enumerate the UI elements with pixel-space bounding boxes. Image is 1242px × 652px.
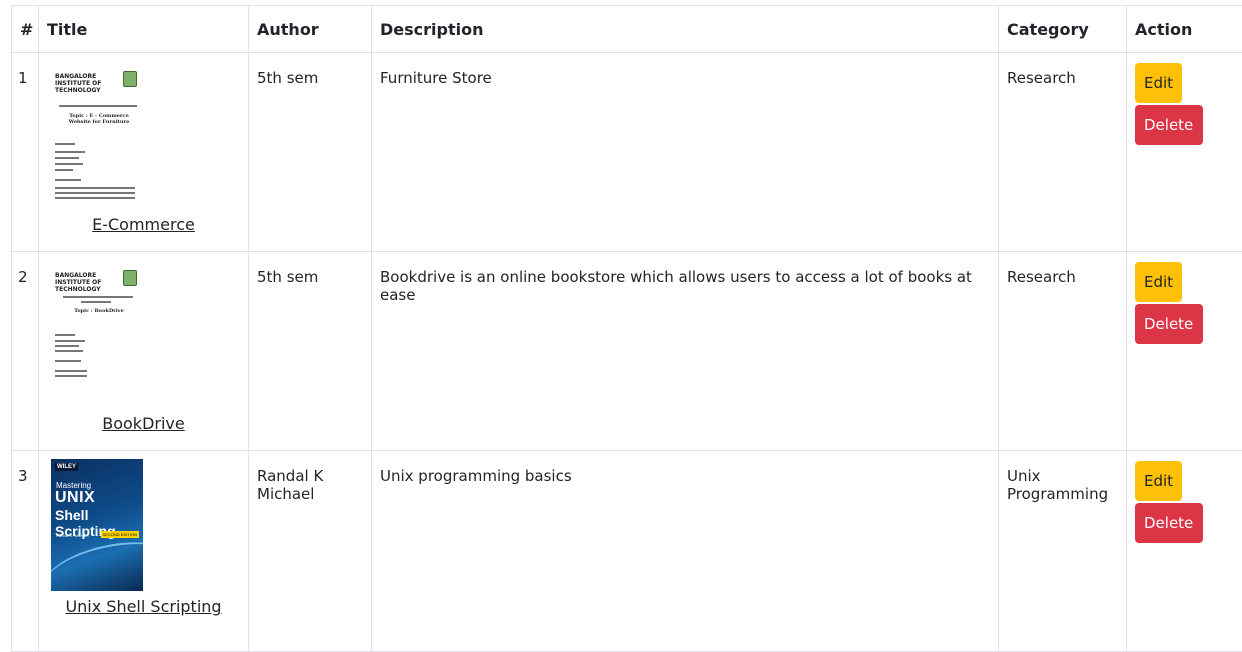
author-cell: 5th sem xyxy=(249,252,372,451)
title-cell: WILEY Mastering UNIX Shell Scripting Ran… xyxy=(39,451,249,652)
title-cell: BANGALORE INSTITUTE OF TECHNOLOGY Topic … xyxy=(39,53,249,252)
row-number: 1 xyxy=(12,53,39,252)
table-header-row: # Title Author Description Category Acti… xyxy=(12,6,1242,53)
action-cell: Edit Delete xyxy=(1127,252,1242,451)
cover-edition: SECOND EDITION xyxy=(101,531,139,538)
project-title-link[interactable]: Unix Shell Scripting xyxy=(47,597,240,616)
delete-button[interactable]: Delete xyxy=(1135,503,1203,543)
category-cell: Research xyxy=(999,252,1127,451)
delete-button[interactable]: Delete xyxy=(1135,304,1203,344)
table-row: 2 BANGALORE INSTITUTE OF TECHNOLOGY Topi… xyxy=(12,252,1242,451)
table-row: 3 WILEY Mastering UNIX Shell Scripting R… xyxy=(12,451,1242,652)
title-cell: BANGALORE INSTITUTE OF TECHNOLOGY Topic … xyxy=(39,252,249,451)
action-cell: Edit Delete xyxy=(1127,53,1242,252)
row-number: 3 xyxy=(12,451,39,652)
project-cover-image: BANGALORE INSTITUTE OF TECHNOLOGY Topic … xyxy=(51,61,147,209)
category-cell: Research xyxy=(999,53,1127,252)
institute-seal-icon xyxy=(123,270,137,286)
publisher-logo: WILEY xyxy=(55,463,78,471)
project-cover-image: BANGALORE INSTITUTE OF TECHNOLOGY Topic … xyxy=(51,260,147,408)
action-cell: Edit Delete xyxy=(1127,451,1242,652)
col-header-number: # xyxy=(12,6,39,53)
category-cell: Unix Programming xyxy=(999,451,1127,652)
table-row: 1 BANGALORE INSTITUTE OF TECHNOLOGY Topi… xyxy=(12,53,1242,252)
cover-line2: UNIX xyxy=(55,489,95,507)
book-cover-image: WILEY Mastering UNIX Shell Scripting Ran… xyxy=(51,459,143,591)
col-header-action: Action xyxy=(1127,6,1242,53)
col-header-description: Description xyxy=(372,6,999,53)
cover-org-text: BANGALORE INSTITUTE OF TECHNOLOGY xyxy=(55,73,119,94)
cover-author: Randal K. Michael xyxy=(56,533,88,538)
cover-org-text: BANGALORE INSTITUTE OF TECHNOLOGY xyxy=(55,272,119,293)
institute-seal-icon xyxy=(123,71,137,87)
delete-button[interactable]: Delete xyxy=(1135,105,1203,145)
description-cell: Furniture Store xyxy=(372,53,999,252)
cover-graphic xyxy=(51,531,143,591)
cover-topic-text: Topic : BookDrive xyxy=(59,308,139,314)
project-title-link[interactable]: E-Commerce xyxy=(47,215,240,234)
author-cell: Randal K Michael xyxy=(249,451,372,652)
author-cell: 5th sem xyxy=(249,53,372,252)
row-number: 2 xyxy=(12,252,39,451)
description-cell: Bookdrive is an online bookstore which a… xyxy=(372,252,999,451)
col-header-title: Title xyxy=(39,6,249,53)
cover-topic-text: Topic : E - Commerce Website for Furnitu… xyxy=(59,113,139,125)
col-header-category: Category xyxy=(999,6,1127,53)
description-cell: Unix programming basics xyxy=(372,451,999,652)
project-title-link[interactable]: BookDrive xyxy=(47,414,240,433)
edit-button[interactable]: Edit xyxy=(1135,262,1182,302)
edit-button[interactable]: Edit xyxy=(1135,461,1182,501)
col-header-author: Author xyxy=(249,6,372,53)
edit-button[interactable]: Edit xyxy=(1135,63,1182,103)
projects-table: # Title Author Description Category Acti… xyxy=(11,5,1242,652)
